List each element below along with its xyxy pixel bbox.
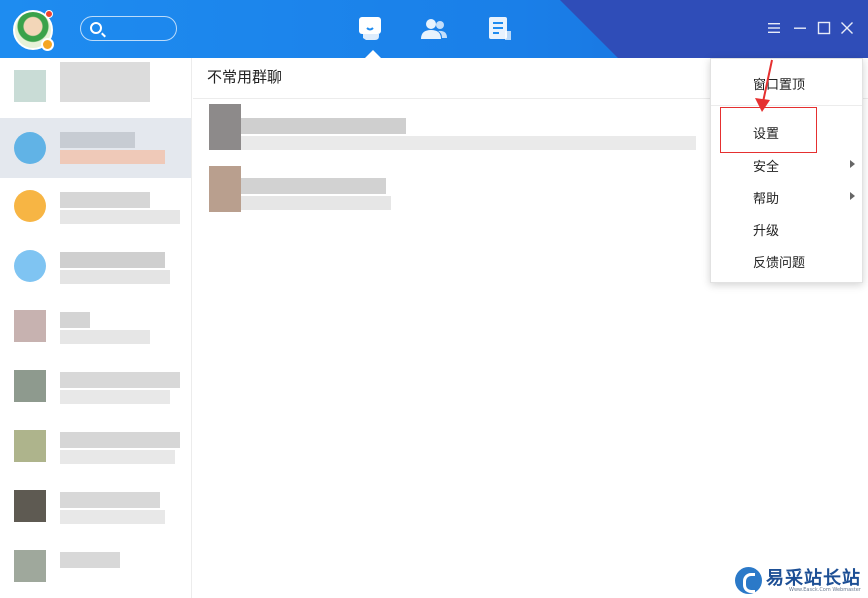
chevron-right-icon [850, 160, 855, 168]
menu-item-feedback[interactable]: 反馈问题 [753, 252, 805, 271]
close-icon[interactable] [840, 21, 854, 35]
chevron-right-icon [850, 192, 855, 200]
conversation-list [0, 58, 192, 598]
list-item[interactable] [0, 418, 191, 478]
list-item[interactable] [0, 298, 191, 358]
watermark-logo-icon [735, 567, 762, 594]
blurred-avatar [14, 70, 46, 102]
blurred-avatar [14, 430, 46, 462]
blurred-text [60, 192, 150, 208]
blurred-avatar [14, 550, 46, 582]
menu-icon[interactable] [767, 21, 781, 35]
menu-item-security[interactable]: 安全 [753, 156, 779, 175]
blurred-avatar [14, 490, 46, 522]
list-item[interactable] [0, 118, 191, 178]
menu-item-upgrade[interactable]: 升级 [753, 220, 779, 239]
settings-highlight-box [720, 107, 817, 153]
blurred-text [241, 118, 406, 134]
search-icon [90, 22, 102, 34]
search-box[interactable] [80, 16, 177, 41]
blurred-text [60, 210, 180, 224]
blurred-avatar [14, 310, 46, 342]
blurred-text [60, 552, 120, 568]
blurred-avatar [14, 190, 46, 222]
messages-icon[interactable] [357, 16, 385, 42]
blurred-text [241, 196, 391, 210]
maximize-icon[interactable] [817, 21, 831, 35]
site-watermark: 易采站长站 Www.Easck.Com Webmaster [733, 563, 868, 598]
blurred-text [60, 450, 175, 464]
minimize-icon[interactable] [793, 21, 807, 35]
list-item[interactable] [0, 538, 191, 598]
contacts-icon[interactable] [420, 16, 448, 42]
list-item[interactable] [0, 238, 191, 298]
list-item[interactable] [0, 358, 191, 418]
blurred-text [60, 432, 180, 448]
blurred-avatar [14, 132, 46, 164]
blurred-text [60, 330, 150, 344]
blurred-text [241, 136, 696, 150]
title-bar [0, 0, 868, 58]
blurred-text [60, 150, 165, 164]
blurred-text [60, 312, 90, 328]
blurred-text [60, 62, 150, 102]
notification-dot [45, 10, 53, 18]
blurred-text [60, 372, 180, 388]
blurred-text [60, 492, 160, 508]
blurred-text [60, 132, 135, 148]
blurred-text [60, 270, 170, 284]
blurred-avatar [14, 370, 46, 402]
annotation-arrow-icon [755, 59, 773, 112]
blurred-text [60, 390, 170, 404]
panel-title: 不常用群聊 [207, 68, 283, 86]
blurred-text [60, 252, 165, 268]
status-icon [41, 38, 54, 51]
blurred-text [241, 178, 386, 194]
user-avatar[interactable] [13, 10, 54, 51]
list-item[interactable] [193, 166, 403, 216]
list-item[interactable] [0, 58, 191, 118]
blurred-avatar [209, 104, 241, 150]
active-tab-indicator [365, 50, 381, 58]
list-item[interactable] [193, 104, 703, 154]
documents-icon[interactable] [486, 16, 514, 42]
watermark-subtitle: Www.Easck.Com Webmaster [789, 587, 861, 593]
blurred-avatar [14, 250, 46, 282]
list-item[interactable] [0, 178, 191, 238]
blurred-avatar [209, 166, 241, 212]
menu-item-help[interactable]: 帮助 [753, 188, 779, 207]
blurred-text [60, 510, 165, 524]
list-item[interactable] [0, 478, 191, 538]
